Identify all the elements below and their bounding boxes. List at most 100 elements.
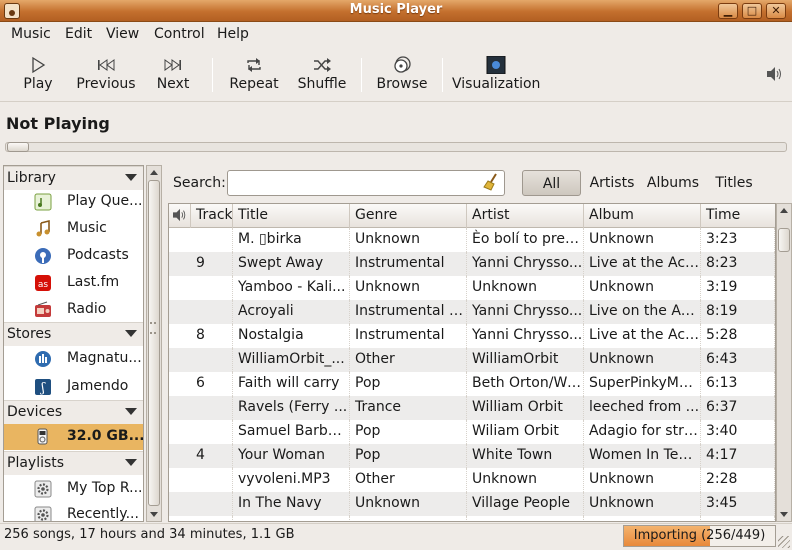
column-header-time[interactable]: Time — [701, 204, 775, 228]
chevron-down-icon[interactable] — [125, 408, 137, 415]
seek-slider[interactable] — [5, 142, 787, 152]
maximize-button[interactable]: □ — [742, 3, 762, 19]
cell-genre: Instrumental P... — [350, 300, 467, 324]
table-row[interactable]: Acroyali Instrumental P... Yanni Chrysso..… — [169, 300, 775, 324]
column-header-title[interactable]: Title — [233, 204, 350, 228]
table-row[interactable]: WilliamOrbit_... Other WilliamOrbit Unknown… — [169, 348, 775, 372]
sidebar-item-lastfm[interactable]: as Last.fm — [4, 270, 143, 296]
table-row[interactable]: 9 Swept Away Instrumental Yanni Chrysso... L… — [169, 252, 775, 276]
column-header-album[interactable]: Album — [584, 204, 701, 228]
library-summary: 256 songs, 17 hours and 34 minutes, 1.1 … — [4, 527, 295, 542]
cell-track — [191, 348, 233, 372]
menu-music[interactable]: Music — [11, 26, 51, 42]
visualization-icon — [486, 56, 506, 74]
cell-time: 2:28 — [701, 468, 775, 492]
table-row[interactable]: ............... — [169, 516, 775, 521]
browse-button[interactable]: Browse — [374, 50, 430, 100]
cell-time: 4:17 — [701, 444, 775, 468]
cell-title: WilliamOrbit_... — [233, 348, 350, 372]
scroll-up-icon[interactable] — [780, 208, 788, 213]
sidebar-item-music[interactable]: Music — [4, 216, 143, 242]
scroll-down-icon[interactable] — [780, 512, 788, 517]
filter-all-button[interactable]: All — [522, 170, 581, 196]
track-list-scrollbar[interactable] — [776, 203, 792, 522]
table-row[interactable]: vyvoleni.MP3 Other Unknown Unknown 2:28 — [169, 468, 775, 492]
cell-artist: William Orbit — [467, 396, 584, 420]
window-resize-grip[interactable] — [778, 536, 790, 548]
seek-thumb[interactable] — [7, 142, 29, 152]
sidebar-category-stores[interactable]: Stores — [4, 322, 143, 346]
cell-title: Faith will carry — [233, 372, 350, 396]
search-input[interactable] — [227, 170, 505, 196]
sidebar-category-library[interactable]: Library — [4, 166, 143, 190]
chevron-down-icon[interactable] — [125, 174, 137, 181]
table-row[interactable]: M. ▯birka Unknown Èo bolí to preb... Unknow… — [169, 228, 775, 252]
cell-genre: Pop — [350, 444, 467, 468]
track-list: Track Title Genre Artist Album Time M. ▯… — [168, 203, 776, 522]
next-button[interactable]: Next — [150, 50, 196, 100]
cell-title: M. ▯birka — [233, 228, 350, 252]
sidebar-item-jamendo[interactable]: ʃ Jamendo — [4, 374, 143, 400]
sidebar-item-play-queue[interactable]: Play Que... — [4, 189, 143, 215]
table-row[interactable]: 4 Your Woman Pop White Town Women In Tech...… — [169, 444, 775, 468]
visualization-button[interactable]: Visualization — [452, 50, 540, 100]
track-list-body: M. ▯birka Unknown Èo bolí to preb... Unknow… — [169, 228, 775, 521]
column-header-artist[interactable]: Artist — [467, 204, 584, 228]
chevron-down-icon[interactable] — [125, 459, 137, 466]
sidebar-item-playlist[interactable]: My Top R... — [4, 476, 143, 502]
sidebar-scrollbar[interactable] — [146, 165, 162, 522]
column-header-playing[interactable] — [169, 204, 191, 228]
cell-genre: Unknown — [350, 492, 467, 516]
shuffle-button[interactable]: Shuffle — [294, 50, 350, 100]
import-progress-bar: Importing (256/449) — [623, 525, 776, 547]
previous-button[interactable]: Previous — [74, 50, 138, 100]
menu-edit[interactable]: Edit — [65, 26, 92, 42]
title-bar[interactable]: Music Player ▁ □ ✕ — [0, 0, 792, 22]
cell-title: Swept Away — [233, 252, 350, 276]
column-header-genre[interactable]: Genre — [350, 204, 467, 228]
sidebar-item-magnatune[interactable]: Magnatu... — [4, 346, 143, 372]
menu-help[interactable]: Help — [217, 26, 249, 42]
cell-time: 3:45 — [701, 492, 775, 516]
scrollbar-thumb[interactable] — [148, 180, 160, 506]
table-row[interactable]: In The Navy Unknown Village People Unknown 3… — [169, 492, 775, 516]
play-button[interactable]: Play — [14, 50, 62, 100]
sidebar-item-radio[interactable]: Radio — [4, 297, 143, 323]
filter-titles-button[interactable]: Titles — [711, 170, 757, 196]
cell-artist: Yanni Chrysso... — [467, 324, 584, 348]
filter-artists-button[interactable]: Artists — [587, 170, 637, 196]
table-row[interactable]: Yamboo - Kali... Unknown Unknown Unknown 3:1… — [169, 276, 775, 300]
menu-control[interactable]: Control — [154, 26, 205, 42]
cell-genre: Trance — [350, 396, 467, 420]
toolbar: Play Previous Next Repeat Shuffle Browse… — [0, 46, 792, 102]
close-button[interactable]: ✕ — [766, 3, 786, 19]
scroll-up-icon[interactable] — [150, 170, 158, 175]
scroll-down-icon[interactable] — [150, 512, 158, 517]
repeat-label: Repeat — [229, 76, 279, 92]
cell-time: 6:37 — [701, 396, 775, 420]
menu-view[interactable]: View — [106, 26, 139, 42]
cell-album: Unknown — [584, 492, 701, 516]
table-row[interactable]: Samuel Barber... Pop Wiliam Orbit Adagio fo… — [169, 420, 775, 444]
filter-albums-button[interactable]: Albums — [645, 170, 701, 196]
now-playing-title: Not Playing — [6, 114, 110, 133]
sidebar-item-device[interactable]: 32.0 GB... — [4, 424, 143, 450]
cell-time: 6:13 — [701, 372, 775, 396]
sidebar-category-devices[interactable]: Devices — [4, 400, 143, 424]
volume-icon[interactable] — [766, 66, 784, 82]
sidebar-item-playlist[interactable]: Recently... — [4, 502, 143, 521]
table-row[interactable]: 6 Faith will carry Pop Beth Orton/Wil... Sup… — [169, 372, 775, 396]
minimize-button[interactable]: ▁ — [718, 3, 738, 19]
column-header-track[interactable]: Track — [191, 204, 233, 228]
toolbar-separator — [212, 58, 213, 92]
repeat-button[interactable]: Repeat — [226, 50, 282, 100]
sidebar-item-podcasts[interactable]: Podcasts — [4, 243, 143, 269]
scrollbar-thumb[interactable] — [778, 228, 790, 252]
chevron-down-icon[interactable] — [125, 330, 137, 337]
table-row[interactable]: 8 Nostalgia Instrumental Yanni Chrysso... Li… — [169, 324, 775, 348]
cell-artist: ... — [467, 516, 584, 521]
pane-resize-handle[interactable] — [150, 322, 156, 334]
sidebar-category-playlists[interactable]: Playlists — [4, 451, 143, 475]
table-row[interactable]: Ravels (Ferry ... Trance William Orbit leec… — [169, 396, 775, 420]
broom-icon[interactable] — [482, 173, 500, 191]
